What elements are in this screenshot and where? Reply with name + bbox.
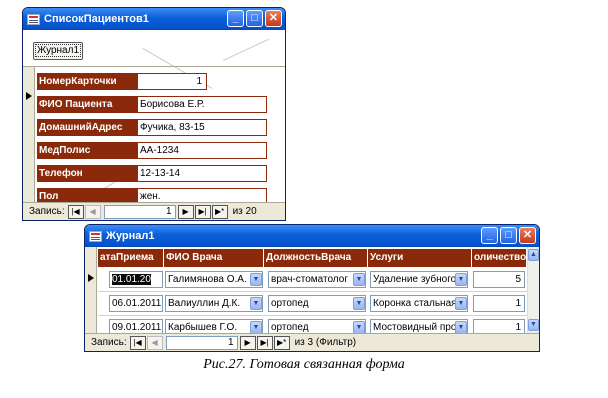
- position-select[interactable]: ортопед: [268, 295, 366, 312]
- record-navigation-bar: Запись: |◀ ◀ 1 ▶ ▶| ▶* из 3 (Фильтр): [85, 333, 539, 351]
- field-label: МедПолис: [37, 142, 137, 159]
- column-header-position: ДолжностьВрача: [264, 249, 368, 267]
- patients-form-body: Журнал1 НомерКарточки 1 ФИО Пациента Бор…: [23, 30, 285, 220]
- record-pointer-icon: [26, 92, 32, 100]
- service-select[interactable]: Удаление зубного: [370, 271, 468, 288]
- field-card-number: НомерКарточки 1: [37, 73, 207, 90]
- record-selector[interactable]: [23, 67, 35, 202]
- field-patient-name: ФИО Пациента Борисова Е.Р.: [37, 96, 267, 113]
- last-record-icon: ▶|: [260, 337, 269, 347]
- first-record-button[interactable]: |◀: [67, 204, 84, 219]
- vertical-scrollbar[interactable]: ▲ ▼: [527, 247, 539, 333]
- next-record-icon: ▶: [244, 337, 251, 347]
- next-record-button[interactable]: ▶: [239, 335, 256, 350]
- journal-window-title: Журнал1: [106, 230, 155, 242]
- doctor-select[interactable]: Галимянова О.А.: [165, 271, 263, 288]
- minimize-button[interactable]: _: [227, 10, 244, 27]
- last-record-button[interactable]: ▶|: [194, 204, 211, 219]
- form-icon: [89, 230, 102, 242]
- column-header-date: атаПриема: [98, 249, 164, 267]
- column-header-doctor: ФИО Врача: [164, 249, 264, 267]
- header-separator: [23, 66, 285, 67]
- first-record-icon: |◀: [133, 337, 142, 347]
- first-record-button[interactable]: |◀: [129, 335, 146, 350]
- dropdown-arrow-icon[interactable]: ▼: [250, 297, 262, 310]
- dropdown-arrow-icon[interactable]: ▼: [455, 297, 467, 310]
- record-selector-column[interactable]: [85, 247, 97, 333]
- maximize-icon: □: [251, 12, 258, 24]
- minimize-icon: _: [486, 229, 493, 241]
- column-header-service: Услуги: [368, 249, 472, 267]
- journal-form-window: Журнал1 _ □ ✕ атаПриема ФИО Врача Должно…: [84, 224, 540, 352]
- field-label: ФИО Пациента: [37, 96, 137, 113]
- scroll-down-icon[interactable]: ▼: [528, 319, 539, 331]
- last-record-icon: ▶|: [198, 206, 207, 216]
- close-button[interactable]: ✕: [265, 10, 282, 27]
- prev-record-icon: ◀: [89, 206, 96, 216]
- service-select[interactable]: Коронка стальная: [370, 295, 468, 312]
- row-divider: [98, 291, 527, 292]
- doctor-select[interactable]: Валиуллин Д.К.: [165, 295, 263, 312]
- patient-name-input[interactable]: Борисова Е.Р.: [137, 96, 267, 113]
- record-pointer-icon: [88, 274, 94, 282]
- record-label: Запись:: [91, 337, 127, 348]
- field-home-address: ДомашнийАдрес Фучика, 83-15: [37, 119, 267, 136]
- field-med-policy: МедПолис АА-1234: [37, 142, 267, 159]
- record-total: из 3 (Фильтр): [294, 337, 357, 348]
- column-header-quantity: оличество: [472, 249, 527, 267]
- minimize-icon: _: [232, 12, 239, 24]
- record-label: Запись:: [29, 206, 65, 217]
- patients-form-window: СписокПациентов1 _ □ ✕ Журнал1 НомерКарт…: [22, 7, 286, 221]
- med-policy-input[interactable]: АА-1234: [137, 142, 267, 159]
- close-icon: ✕: [268, 12, 279, 24]
- quantity-input[interactable]: 1: [473, 295, 525, 312]
- prev-record-button[interactable]: ◀: [84, 204, 101, 219]
- date-cell[interactable]: 06.01.2011: [109, 295, 163, 312]
- new-record-icon: ▶*: [276, 337, 287, 347]
- figure-caption: Рис.27. Готовая связанная форма: [203, 357, 405, 372]
- quantity-input[interactable]: 5: [473, 271, 525, 288]
- field-phone: Телефон 12-13-14: [37, 165, 267, 182]
- maximize-button[interactable]: □: [246, 10, 263, 27]
- record-number-input[interactable]: 1: [103, 204, 176, 219]
- maximize-icon: □: [505, 229, 512, 241]
- dropdown-arrow-icon[interactable]: ▼: [353, 297, 365, 310]
- home-address-input[interactable]: Фучика, 83-15: [137, 119, 267, 136]
- record-number-input[interactable]: 1: [165, 335, 238, 350]
- field-label: Телефон: [37, 165, 137, 182]
- journal-title-bar[interactable]: Журнал1 _ □ ✕: [85, 225, 539, 247]
- phone-input[interactable]: 12-13-14: [137, 165, 267, 182]
- dropdown-arrow-icon[interactable]: ▼: [250, 273, 262, 286]
- journal-form-body: атаПриема ФИО Врача ДолжностьВрача Услуг…: [85, 247, 539, 336]
- journal-button[interactable]: Журнал1: [33, 42, 83, 60]
- field-label: НомерКарточки: [37, 73, 137, 90]
- maximize-button[interactable]: □: [500, 227, 517, 244]
- next-record-button[interactable]: ▶: [177, 204, 194, 219]
- prev-record-icon: ◀: [151, 337, 158, 347]
- close-icon: ✕: [522, 229, 533, 241]
- form-icon: [27, 13, 40, 25]
- next-record-icon: ▶: [182, 206, 189, 216]
- record-navigation-bar: Запись: |◀ ◀ 1 ▶ ▶| ▶* из 20: [23, 202, 285, 220]
- field-label: ДомашнийАдрес: [37, 119, 137, 136]
- scroll-up-icon[interactable]: ▲: [528, 249, 539, 261]
- card-number-input[interactable]: 1: [137, 73, 207, 90]
- position-select[interactable]: врач-стоматолог: [268, 271, 366, 288]
- patients-window-title: СписокПациентов1: [44, 13, 149, 25]
- new-record-icon: ▶*: [214, 206, 225, 216]
- dropdown-arrow-icon[interactable]: ▼: [353, 273, 365, 286]
- date-cell[interactable]: 01.01.20: [109, 271, 163, 288]
- row-divider: [98, 315, 527, 316]
- last-record-button[interactable]: ▶|: [256, 335, 273, 350]
- record-total: из 20: [232, 206, 257, 217]
- minimize-button[interactable]: _: [481, 227, 498, 244]
- dropdown-arrow-icon[interactable]: ▼: [455, 273, 467, 286]
- new-record-button[interactable]: ▶*: [273, 335, 290, 350]
- prev-record-button[interactable]: ◀: [146, 335, 163, 350]
- close-button[interactable]: ✕: [519, 227, 536, 244]
- patients-title-bar[interactable]: СписокПациентов1 _ □ ✕: [23, 8, 285, 30]
- new-record-button[interactable]: ▶*: [211, 204, 228, 219]
- first-record-icon: |◀: [71, 206, 80, 216]
